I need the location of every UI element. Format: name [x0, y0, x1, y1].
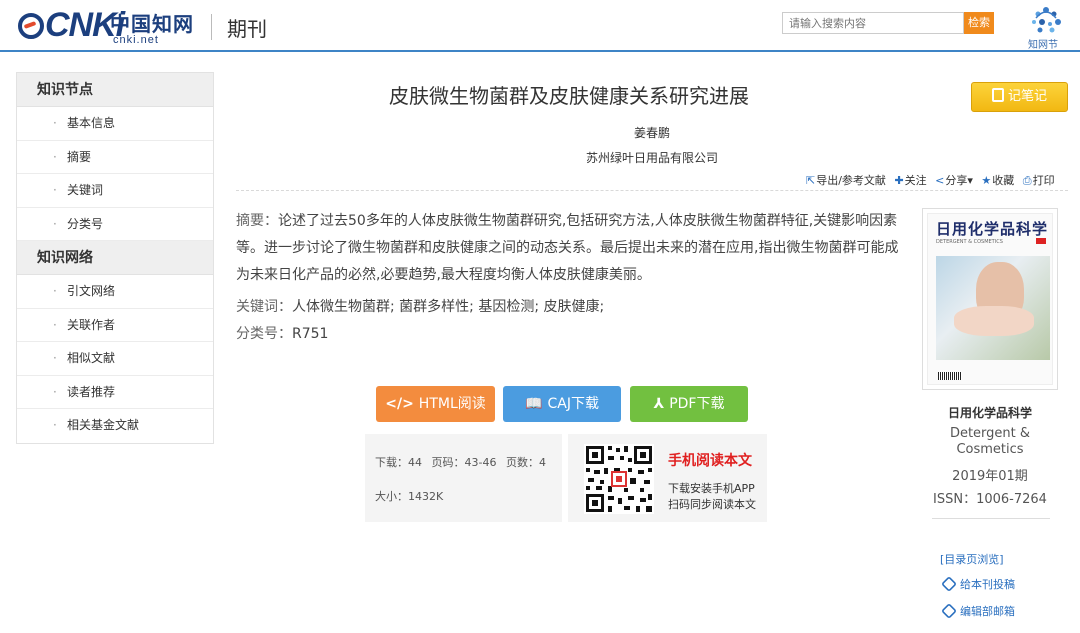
journal-name[interactable]: 日用化学品科学 [920, 404, 1060, 421]
logo-chinese: 中国知网 [110, 12, 194, 36]
zhiwang-label: 知网节 [1028, 40, 1058, 51]
mobile-read-title: 手机阅读本文 [668, 453, 752, 469]
take-note-button[interactable]: 记笔记 [971, 82, 1068, 112]
submit-label: 给本刊投稿 [960, 578, 1015, 591]
section-title[interactable]: 期刊 [227, 13, 267, 42]
cover-photo [936, 256, 1050, 360]
journal-cover-image: 日用化学品科学 DETERGENT & COSMETICS [927, 213, 1053, 385]
journal-issn: ISSN：1006-7264 [933, 492, 1047, 507]
download-stats: 下载：44 页码：43-46 页数：4 大小：1432K [365, 434, 562, 522]
export-citation-link[interactable]: ⇱导出/参考文献 [806, 172, 886, 188]
pdf-icon: ⅄ [653, 396, 665, 412]
sidebar-heading-network: 知识网络 [17, 241, 213, 275]
mobile-scan-text: 扫码同步阅读本文 [668, 498, 756, 511]
qr-code-icon [584, 444, 654, 514]
editor-email-label: 编辑部邮箱 [960, 605, 1015, 618]
article-organization[interactable]: 苏州绿叶日用品有限公司 [236, 149, 1068, 166]
export-label: 导出/参考文献 [816, 174, 886, 187]
stats-row-1: 下载：44 页码：43-46 页数：4 [375, 454, 562, 488]
classification: 分类号：R751 [236, 321, 910, 348]
keywords-label: 关键词： [236, 299, 292, 315]
download-count: 下载：44 [375, 456, 422, 469]
actions-divider [236, 190, 1068, 191]
share-link[interactable]: <分享▾ [935, 172, 973, 188]
book-icon: 📖 [525, 396, 543, 412]
header-divider [211, 14, 212, 40]
sidebar-item-fund-docs[interactable]: 相关基金文献 [17, 409, 213, 443]
notebook-icon [991, 88, 1004, 102]
classification-label: 分类号： [236, 326, 292, 342]
star-icon: ★ [981, 174, 992, 187]
stats-row-2: 大小：1432K [375, 488, 562, 522]
sidebar-heading-nodes: 知识节点 [17, 73, 213, 107]
page-count: 页数：4 [505, 456, 546, 469]
search-input[interactable] [782, 12, 964, 34]
note-button-label: 记笔记 [1007, 89, 1047, 104]
html-read-label: HTML阅读 [418, 396, 486, 412]
favorite-link[interactable]: ★收藏 [981, 172, 1014, 188]
sidebar-item-abstract[interactable]: 摘要 [17, 140, 213, 174]
cnki-logo-mark: CNKi [18, 6, 125, 45]
pdf-download-label: PDF下载 [669, 396, 725, 412]
submit-manuscript-link[interactable]: 给本刊投稿 [941, 576, 1015, 592]
sidebar-item-reader-recommend[interactable]: 读者推荐 [17, 375, 213, 409]
article-title: 皮肤微生物菌群及皮肤健康关系研究进展 [389, 84, 749, 108]
caj-download-button[interactable]: 📖 CAJ下载 [503, 386, 621, 422]
submit-icon [941, 576, 957, 592]
journal-divider [932, 518, 1050, 519]
cover-accent [1036, 238, 1046, 244]
barcode-icon [938, 372, 962, 380]
plus-icon: ✚ [894, 174, 904, 187]
mobile-app-text: 下载安装手机APP [668, 482, 755, 495]
cover-english: DETERGENT & COSMETICS [936, 239, 1003, 245]
abstract: 摘要：论述了过去50多年的人体皮肤微生物菌群研究,包括研究方法,人体皮肤微生物菌… [236, 208, 910, 289]
follow-link[interactable]: ✚关注 [894, 172, 926, 188]
cnki-logo[interactable]: CNKi 中国知网 cnki.net [18, 6, 198, 46]
print-link[interactable]: ⎙打印 [1023, 172, 1055, 188]
keywords-list[interactable]: 人体微生物菌群; 菌群多样性; 基因检测; 皮肤健康; [292, 299, 604, 315]
cover-hand-shape [954, 306, 1034, 336]
keywords: 关键词：人体微生物菌群; 菌群多样性; 基因检测; 皮肤健康; [236, 294, 910, 321]
search-button[interactable]: 检索 [964, 12, 994, 34]
sidebar-item-similar-docs[interactable]: 相似文献 [17, 342, 213, 376]
journal-issue[interactable]: 2019年01期 [920, 465, 1060, 484]
globe-icon [18, 13, 44, 39]
file-size: 大小：1432K [375, 490, 444, 503]
sidebar-item-basic-info[interactable]: 基本信息 [17, 107, 213, 141]
pdf-download-button[interactable]: ⅄ PDF下载 [630, 386, 748, 422]
logo-url: cnki.net [113, 34, 159, 46]
email-icon [941, 603, 957, 619]
export-icon: ⇱ [806, 174, 816, 187]
sidebar-item-related-authors[interactable]: 关联作者 [17, 308, 213, 342]
html-read-button[interactable]: </> HTML阅读 [376, 386, 495, 422]
mobile-read-box: 手机阅读本文 下载安装手机APP 扫码同步阅读本文 [568, 434, 767, 522]
knowledge-sidebar: 知识节点 基本信息 摘要 关键词 分类号 知识网络 引文网络 关联作者 相似文献… [16, 72, 214, 444]
journal-cover[interactable]: 日用化学品科学 DETERGENT & COSMETICS [922, 208, 1058, 390]
editor-email-link[interactable]: 编辑部邮箱 [941, 603, 1015, 619]
classification-value: R751 [292, 326, 329, 342]
code-icon: </> [385, 396, 414, 412]
sidebar-item-citation-network[interactable]: 引文网络 [17, 275, 213, 309]
favorite-label: 收藏 [992, 174, 1015, 187]
toc-browse-link[interactable]: [目录页浏览] [940, 551, 1004, 567]
cover-title: 日用化学品科学 [936, 220, 1049, 238]
abstract-text: 论述了过去50多年的人体皮肤微生物菌群研究,包括研究方法,人体皮肤微生物菌群特征… [236, 213, 899, 283]
journal-english-name: Detergent & Cosmetics [949, 426, 1031, 457]
share-icon: < [935, 174, 945, 187]
follow-label: 关注 [904, 174, 927, 187]
printer-icon: ⎙ [1022, 174, 1032, 187]
top-header: CNKi 中国知网 cnki.net 期刊 检索 知网节 [0, 0, 1080, 52]
print-label: 打印 [1032, 174, 1055, 187]
caj-download-label: CAJ下载 [547, 396, 599, 412]
sidebar-item-classification[interactable]: 分类号 [17, 207, 213, 241]
page-range: 页码：43-46 [431, 456, 497, 469]
share-label: 分享 [945, 174, 968, 187]
article-author[interactable]: 姜春鹏 [236, 124, 1068, 141]
article-actions: ⇱导出/参考文献 ✚关注 <分享▾ ★收藏 ⎙打印 [806, 172, 1068, 188]
sidebar-item-keywords[interactable]: 关键词 [17, 174, 213, 208]
abstract-label: 摘要： [236, 213, 278, 229]
